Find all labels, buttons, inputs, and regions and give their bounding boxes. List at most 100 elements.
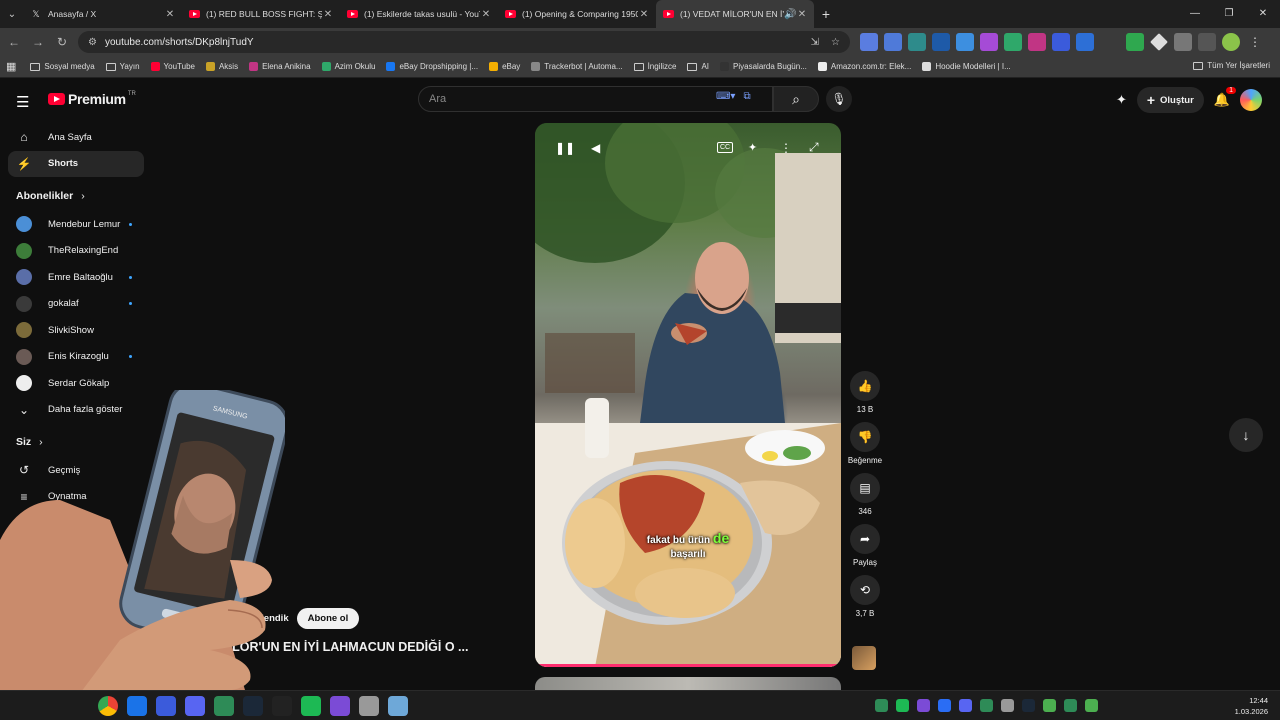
install-app-icon[interactable]: ⇲	[811, 37, 819, 48]
remix-button[interactable]: ⟲ 3,7 B	[847, 575, 883, 618]
account-avatar[interactable]	[1240, 89, 1262, 111]
taskbar-app-icon[interactable]	[214, 696, 234, 716]
browser-tab[interactable]: (1) Eskilerde takas usulü - YouT ✕	[340, 0, 498, 28]
sound-thumbnail[interactable]	[852, 646, 876, 670]
ai-sparkle-icon[interactable]: ✦	[1116, 92, 1127, 108]
close-tab-icon[interactable]: ✕	[796, 9, 808, 20]
pink-extension-icon[interactable]	[1028, 33, 1046, 51]
volume-icon[interactable]: ◀	[591, 141, 600, 155]
subscription-item[interactable]: Mendebur Lemur	[0, 211, 150, 238]
dislike-button[interactable]: 👎 Beğenme	[847, 422, 883, 465]
bookmark-item[interactable]: Trackerbot | Automa...	[531, 62, 623, 71]
taskbar-app-icon[interactable]	[156, 696, 176, 716]
subscription-item[interactable]: gokalaf	[0, 291, 150, 318]
system-clock[interactable]: 12:44 1.03.2026	[1235, 695, 1268, 717]
close-tab-icon[interactable]: ✕	[322, 9, 334, 20]
taskbar-app-icon[interactable]	[127, 696, 147, 716]
subscription-item[interactable]: Enis Kirazoglu	[0, 344, 150, 371]
tray-icon[interactable]	[980, 699, 993, 712]
translate-icon[interactable]: ⧉	[743, 91, 750, 102]
bookmark-item[interactable]: Yayın	[105, 62, 140, 71]
notifications-bell-icon[interactable]: 🔔 1	[1214, 87, 1236, 108]
site-info-icon[interactable]: ⚙	[88, 37, 97, 48]
diamond-extension-icon[interactable]	[1150, 33, 1168, 51]
restore-button[interactable]: ❐	[1212, 0, 1246, 28]
voice-extension-icon[interactable]	[884, 33, 902, 51]
green-extension-icon[interactable]	[1004, 33, 1022, 51]
minimize-button[interactable]: —	[1178, 0, 1212, 28]
ai-summary-icon[interactable]: ✦	[748, 141, 757, 154]
bookmark-item[interactable]: eBay	[489, 62, 520, 71]
profile-icon[interactable]	[1222, 33, 1240, 51]
reload-icon[interactable]: ↻	[50, 35, 74, 49]
share-button[interactable]: ➦ Paylaş	[847, 524, 883, 567]
bookmark-item[interactable]: Amazon.com.tr: Elek...	[817, 62, 911, 71]
create-button[interactable]: + Oluştur	[1136, 87, 1204, 113]
bookmark-item[interactable]: Azim Okulu	[321, 62, 375, 71]
bookmark-star-icon[interactable]: ☆	[831, 37, 840, 48]
close-tab-icon[interactable]: ✕	[638, 9, 650, 20]
like-button[interactable]: 👍 13 B	[847, 371, 883, 414]
purple-extension-icon[interactable]	[980, 33, 998, 51]
badge-extension-icon[interactable]	[1052, 33, 1070, 51]
sidebar-item-shorts[interactable]: ⚡ Shorts	[8, 150, 144, 177]
subscribe-button[interactable]: Abone ol	[296, 608, 360, 629]
tool-extension-icon[interactable]	[908, 33, 926, 51]
all-bookmarks[interactable]: Tüm Yer İşaretleri	[1193, 61, 1270, 70]
browser-tab[interactable]: (1) RED BULL BOSS FIGHT: ŞİMŞ✕	[182, 0, 340, 28]
tab-search-icon[interactable]: ⌄	[0, 0, 24, 28]
translate-extension-icon[interactable]	[860, 33, 878, 51]
bookmark-item[interactable]: YouTube	[150, 62, 195, 71]
bookmark-item[interactable]: Aksis	[205, 62, 238, 71]
microphone-icon[interactable]: 🎙	[826, 86, 852, 112]
tray-icon[interactable]	[896, 699, 909, 712]
tray-icon[interactable]	[1001, 699, 1014, 712]
close-tab-icon[interactable]: ✕	[480, 9, 492, 20]
taskbar-app-icon[interactable]	[243, 696, 263, 716]
taskbar-app-icon[interactable]	[272, 696, 292, 716]
subscriptions-header[interactable]: Abonelikler ›	[0, 181, 150, 211]
bookmark-item[interactable]: AI	[687, 62, 709, 71]
tab-extension-icon[interactable]	[932, 33, 950, 51]
more-options-icon[interactable]: ⋮	[780, 141, 792, 155]
bookmark-item[interactable]: Hoodie Modelleri | I...	[922, 62, 1011, 71]
tray-icon[interactable]	[917, 699, 930, 712]
captions-icon[interactable]: CC	[717, 142, 734, 153]
extensions-puzzle-icon[interactable]	[1174, 33, 1192, 51]
bookmark-item[interactable]: Elena Anikina	[249, 62, 311, 71]
hamburger-menu-icon[interactable]: ☰	[16, 93, 29, 111]
address-bar[interactable]: ⚙ youtube.com/shorts/DKp8lnjTudY ⇲ ☆	[78, 31, 850, 53]
chrome-icon[interactable]	[98, 696, 118, 716]
shorts-video-player[interactable]: ❚❚ ◀ CC ✦ ⋮ ⤢ fakat bu ürün de başarılı	[535, 123, 841, 667]
keyboard-icon[interactable]: ⌨▾	[716, 91, 735, 102]
close-tab-icon[interactable]: ✕	[164, 9, 176, 20]
next-short-preview[interactable]	[535, 677, 841, 690]
youtube-premium-logo[interactable]: Premium TR	[48, 91, 136, 107]
globe-extension-icon[interactable]	[956, 33, 974, 51]
search-icon[interactable]: ⌕	[773, 86, 819, 112]
subscription-item[interactable]: Emre Baltaoğlu	[0, 264, 150, 291]
apps-grid-icon[interactable]: ▦	[6, 60, 16, 73]
speaker-icon[interactable]: 🔊	[784, 9, 796, 20]
browser-tab[interactable]: (1) VEDAT MİLOR'UN EN İYİ 🔊 ✕	[656, 0, 814, 28]
video-progress-bar[interactable]	[535, 664, 841, 667]
comments-button[interactable]: ▤ 346	[847, 473, 883, 516]
bookmark-item[interactable]: Sosyal medya	[30, 62, 95, 71]
tray-icon[interactable]	[1043, 699, 1056, 712]
subscription-item[interactable]: SlivkiShow	[0, 317, 150, 344]
fullscreen-icon[interactable]: ⤢	[809, 140, 819, 155]
bookmark-item[interactable]: eBay Dropshipping |...	[386, 62, 478, 71]
forward-icon[interactable]: →	[26, 35, 50, 49]
browser-tab[interactable]: 𝕏 Anasayfa / X ✕	[24, 0, 182, 28]
taskbar-app-icon[interactable]	[359, 696, 379, 716]
back-icon[interactable]: ←	[2, 35, 26, 49]
tray-icon[interactable]	[959, 699, 972, 712]
browser-tab[interactable]: (1) Opening & Comparing 1950 ✕	[498, 0, 656, 28]
tray-icon[interactable]	[938, 699, 951, 712]
tray-icon[interactable]	[1085, 699, 1098, 712]
menu-kebab-icon[interactable]: ⋮	[1246, 33, 1264, 51]
bookmark-item[interactable]: Piyasalarda Bugün...	[720, 62, 807, 71]
tray-icon[interactable]	[875, 699, 888, 712]
subscription-item[interactable]: TheRelaxingEnd	[0, 238, 150, 265]
tray-icon[interactable]	[1022, 699, 1035, 712]
